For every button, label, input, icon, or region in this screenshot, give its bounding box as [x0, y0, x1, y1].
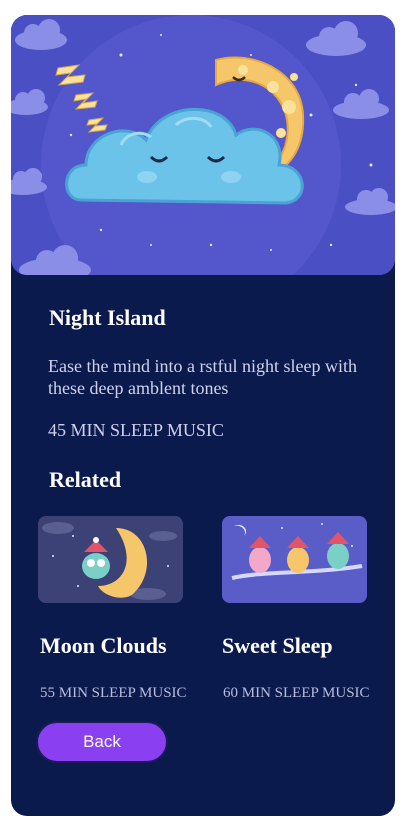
hero-illustration [11, 15, 395, 275]
related-card-moon-clouds[interactable] [38, 516, 183, 603]
related-card-sweet-sleep[interactable] [222, 516, 367, 603]
related-title-2[interactable]: Sweet Sleep [222, 633, 333, 659]
related-meta-2: 60 MIN SLEEP MUSIC [223, 685, 370, 701]
track-description: Ease the mind into a rstful night sleep … [48, 356, 357, 398]
related-title-1[interactable]: Moon Clouds [40, 633, 167, 659]
related-heading: Related [49, 467, 122, 492]
sleep-detail-screen: Night Island Ease the mind into a rstful… [11, 15, 395, 816]
track-title: Night Island [49, 305, 166, 330]
moon-owl-icon [38, 516, 183, 603]
sleeping-cloud-moon-icon [11, 15, 395, 275]
track-duration: 45 MIN SLEEP MUSIC [48, 420, 224, 440]
related-meta-1: 55 MIN SLEEP MUSIC [40, 685, 187, 701]
back-button[interactable]: Back [36, 721, 168, 763]
owls-on-branch-icon [222, 516, 367, 603]
